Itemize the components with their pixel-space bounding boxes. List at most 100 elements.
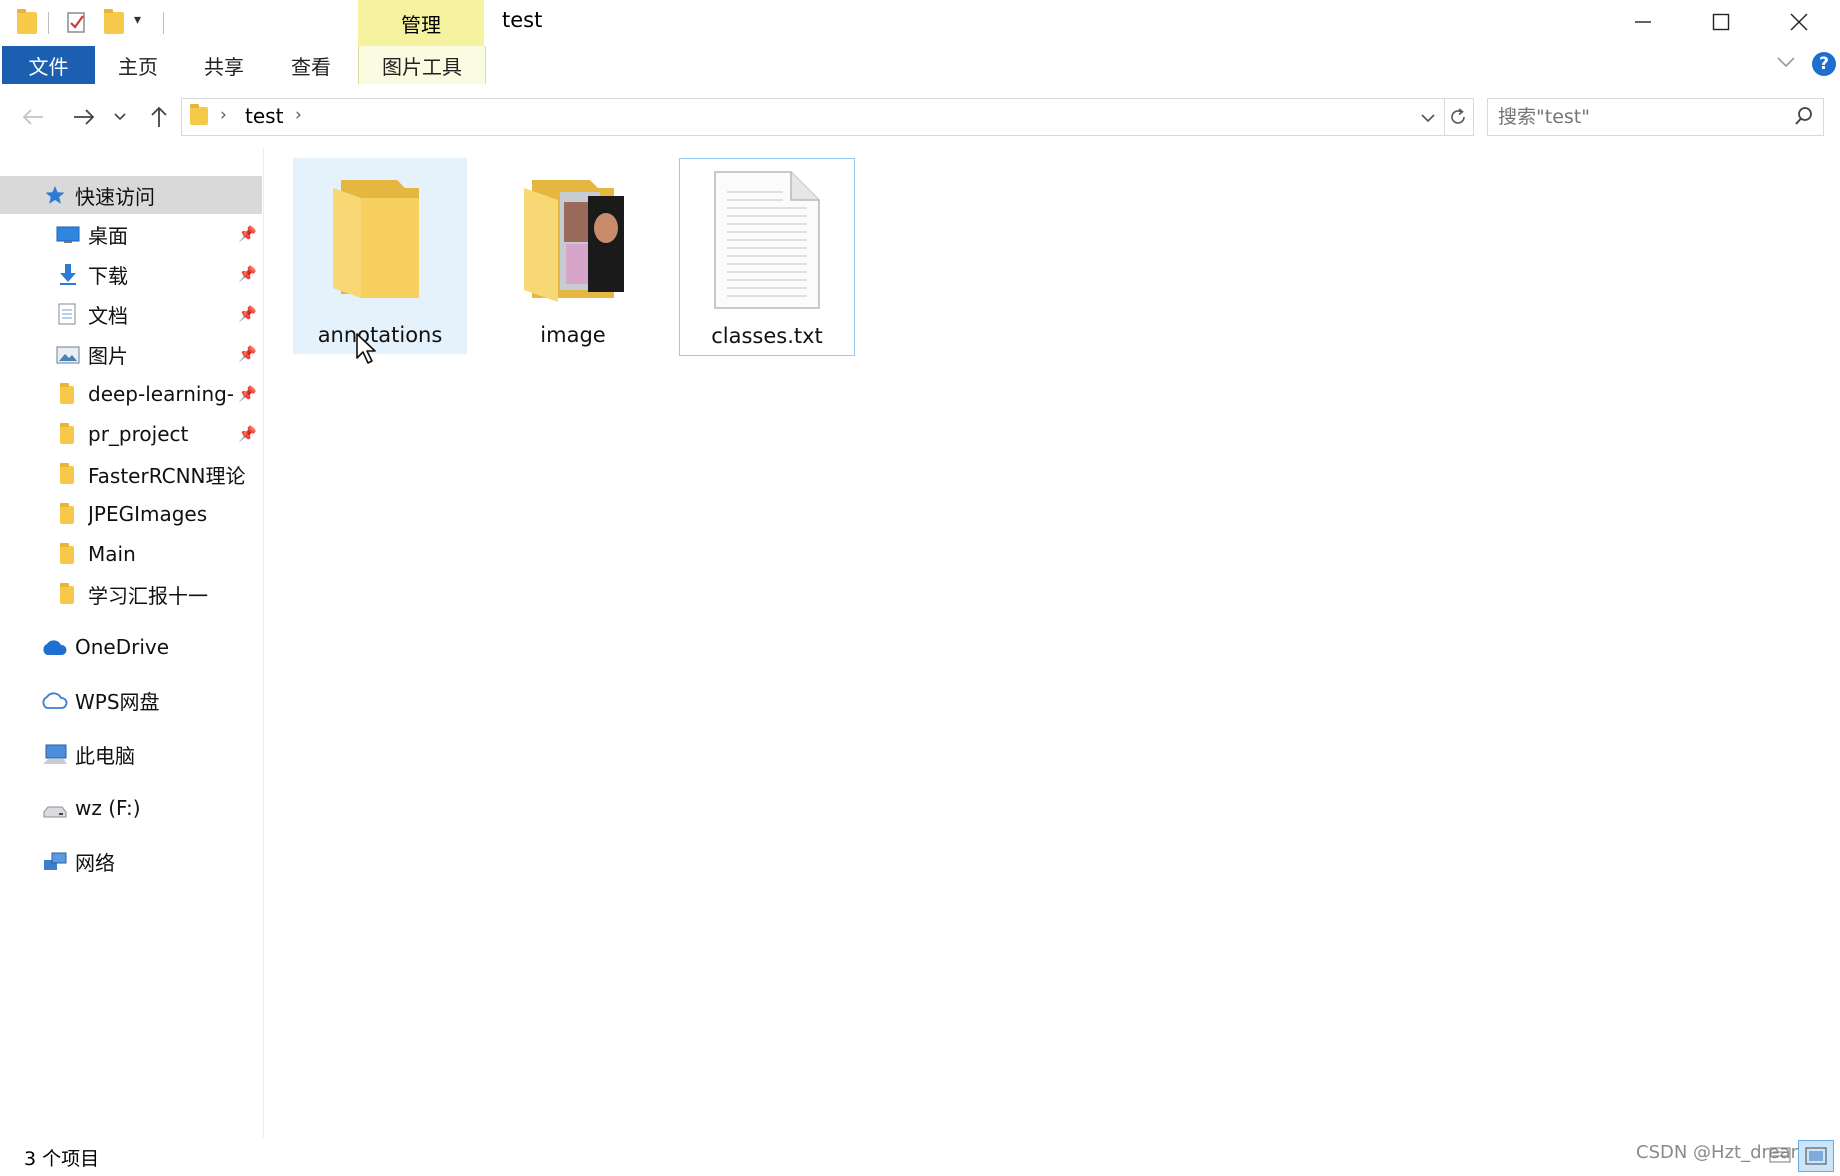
folder-icon [17, 9, 37, 34]
pin-icon: 📌 [238, 305, 257, 323]
pin-icon: 📌 [238, 345, 257, 363]
sidebar-item-label: 快速访问 [75, 184, 155, 209]
star-icon [44, 185, 66, 205]
file-item-image[interactable]: image [486, 158, 660, 354]
pin-icon: 📌 [238, 265, 257, 283]
sidebar-item-label: 此电脑 [75, 743, 135, 768]
breadcrumb-test[interactable]: test [245, 104, 283, 128]
status-bar: 3 个项目 CSDN @Hzt_dreamer [0, 1138, 1840, 1172]
onedrive-icon [40, 638, 67, 658]
ribbon-tabs: 文件 主页 共享 查看 图片工具 ? [0, 46, 1840, 87]
search-input[interactable] [1496, 103, 1770, 131]
sidebar-item-label: FasterRCNN理论 [88, 463, 246, 488]
sidebar-item-label: wz (F:) [75, 796, 141, 820]
search-icon[interactable] [1794, 106, 1814, 130]
document-icon [58, 303, 80, 325]
tab-view[interactable]: 查看 [281, 46, 341, 84]
cloud-icon [40, 691, 68, 711]
new-folder-icon[interactable] [104, 9, 124, 34]
sidebar-item-fasterrcnn[interactable]: FasterRCNN理论 [0, 455, 262, 493]
properties-icon[interactable] [66, 10, 88, 34]
sidebar-item-deep-learning[interactable]: deep-learning- 📌 [0, 375, 262, 413]
sidebar-item-label: 下载 [88, 263, 128, 288]
sidebar-item-study-report[interactable]: 学习汇报十一 [0, 575, 262, 613]
drive-icon [42, 801, 67, 821]
sidebar-item-label: 文档 [88, 303, 128, 328]
expand-ribbon-icon[interactable] [1776, 54, 1796, 74]
sidebar-item-jpegimages[interactable]: JPEGImages [0, 495, 262, 533]
minimize-button[interactable] [1604, 0, 1682, 44]
image-folder-icon [518, 178, 630, 308]
pin-icon: 📌 [238, 425, 257, 443]
breadcrumb-separator-icon[interactable]: › [220, 105, 227, 125]
search-box[interactable] [1487, 98, 1824, 136]
title-bar: ▾ 管理 test [0, 0, 1840, 46]
navigation-bar: › test › [0, 86, 1840, 148]
sidebar-item-label: 网络 [75, 850, 115, 875]
sidebar-item-label: 图片 [88, 343, 128, 368]
sidebar-item-label: 桌面 [88, 223, 128, 248]
sidebar-item-drive-f[interactable]: wz (F:) [0, 789, 262, 827]
address-bar[interactable]: › test › [181, 98, 1445, 136]
sidebar-item-downloads[interactable]: 下载 📌 [0, 255, 262, 293]
sidebar-item-pr-project[interactable]: pr_project 📌 [0, 415, 262, 453]
sidebar-item-onedrive[interactable]: OneDrive [0, 628, 262, 666]
large-icons-view-button[interactable] [1798, 1140, 1834, 1172]
file-name: image [540, 323, 606, 347]
file-item-annotations[interactable]: annotations [293, 158, 467, 354]
folder-icon [60, 503, 74, 524]
pin-icon: 📌 [238, 225, 257, 243]
breadcrumb-separator-icon[interactable]: › [295, 105, 302, 125]
details-view-button[interactable] [1766, 1142, 1794, 1168]
folder-icon [327, 176, 433, 304]
tab-file[interactable]: 文件 [2, 46, 95, 84]
divider [163, 12, 164, 34]
folder-icon [60, 543, 74, 564]
maximize-button[interactable] [1682, 0, 1760, 44]
forward-button[interactable] [67, 100, 101, 134]
sidebar-item-this-pc[interactable]: 此电脑 [0, 735, 262, 773]
text-file-icon [713, 170, 821, 314]
sidebar-item-quick-access[interactable]: 快速访问 [0, 176, 262, 214]
divider [48, 12, 49, 34]
sidebar-item-documents[interactable]: 文档 📌 [0, 295, 262, 333]
recent-locations-button[interactable] [108, 100, 132, 134]
sidebar-item-label: pr_project [88, 422, 189, 446]
tab-manage[interactable]: 管理 [358, 0, 484, 46]
sidebar-item-wps[interactable]: WPS网盘 [0, 681, 262, 719]
item-count: 3 个项目 [24, 1148, 100, 1170]
sidebar-item-network[interactable]: 网络 [0, 842, 262, 880]
back-button[interactable] [16, 100, 50, 134]
download-icon [58, 263, 80, 285]
sidebar-item-label: WPS网盘 [75, 689, 160, 714]
refresh-button[interactable] [1443, 98, 1474, 136]
desktop-icon [56, 225, 80, 245]
navigation-pane: 快速访问 桌面 📌 下载 📌 文档 📌 图片 📌 deep-learning- … [0, 148, 264, 1138]
computer-icon [42, 744, 67, 764]
window-title: test [502, 8, 543, 32]
sidebar-item-label: 学习汇报十一 [88, 583, 208, 608]
sidebar-item-pictures[interactable]: 图片 📌 [0, 335, 262, 373]
mouse-cursor-icon [355, 332, 379, 370]
up-button[interactable] [142, 100, 176, 134]
tab-home[interactable]: 主页 [108, 46, 168, 84]
tab-share[interactable]: 共享 [194, 46, 254, 84]
tab-picture-tools[interactable]: 图片工具 [358, 46, 486, 84]
sidebar-item-main[interactable]: Main [0, 535, 262, 573]
file-item-classes-txt[interactable]: classes.txt [679, 158, 855, 356]
folder-icon [60, 383, 74, 404]
folder-icon [60, 423, 74, 444]
close-button[interactable] [1760, 0, 1838, 44]
file-name: classes.txt [711, 324, 823, 348]
sidebar-item-label: Main [88, 542, 136, 566]
sidebar-item-desktop[interactable]: 桌面 📌 [0, 215, 262, 253]
pin-icon: 📌 [238, 385, 257, 403]
sidebar-item-label: OneDrive [75, 635, 170, 659]
folder-icon [60, 583, 74, 604]
file-name: annotations [317, 323, 443, 347]
address-dropdown-icon[interactable] [1420, 109, 1436, 128]
sidebar-item-label: JPEGImages [88, 502, 208, 526]
help-icon[interactable]: ? [1812, 52, 1836, 76]
customize-quick-access-icon[interactable]: ▾ [134, 12, 141, 28]
folder-icon [190, 104, 208, 125]
